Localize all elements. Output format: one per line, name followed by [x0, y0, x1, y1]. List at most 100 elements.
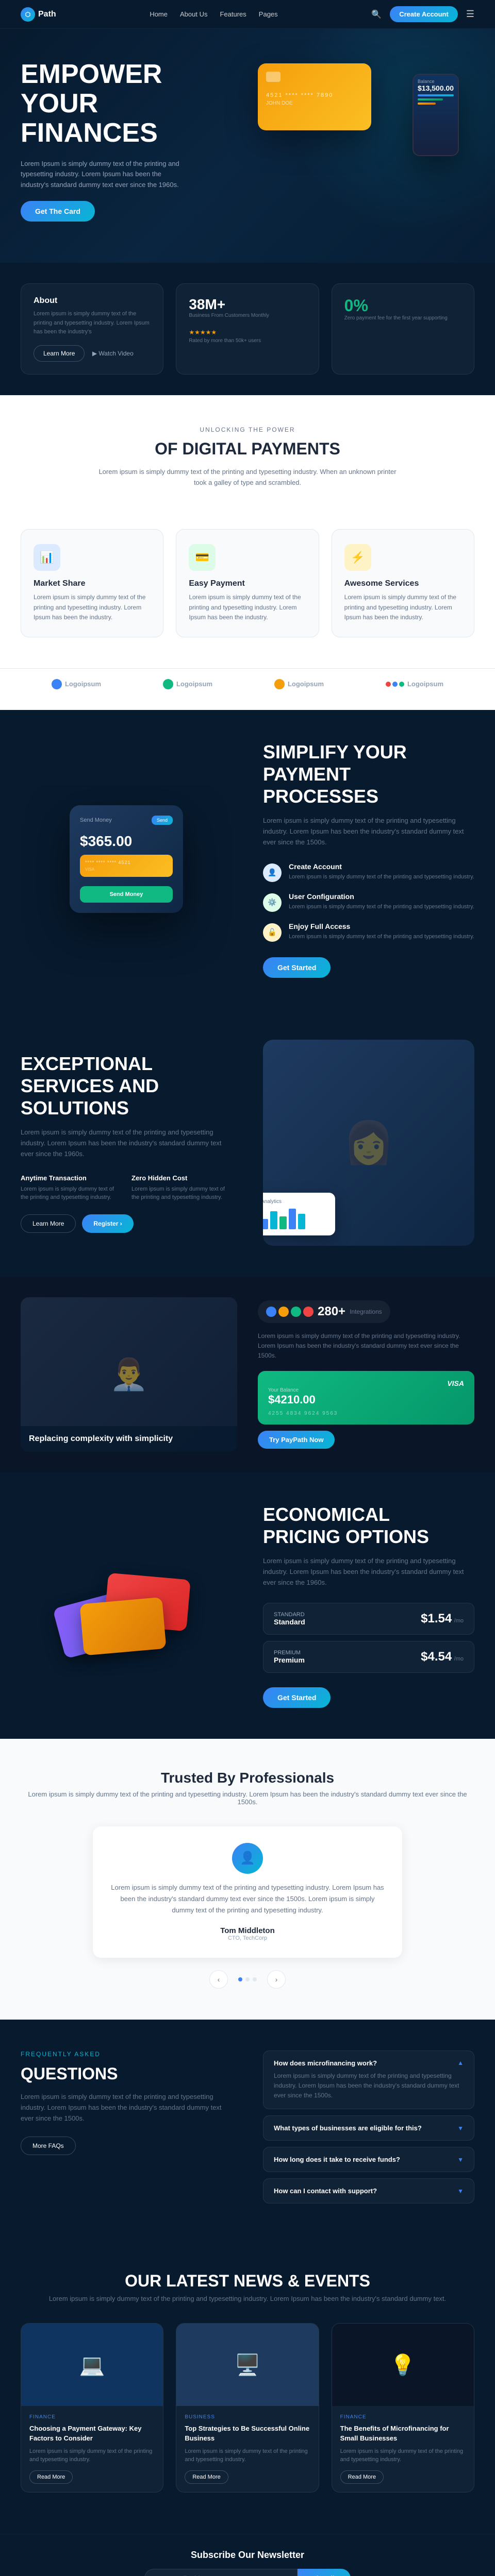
learn-more-btn[interactable]: Learn More [21, 1214, 76, 1233]
testimonial-role: CTO, TechCorp [109, 1935, 386, 1941]
dot-1[interactable] [245, 1977, 250, 1981]
phone-demo: Send Money Send $365.00 **** **** **** 4… [70, 805, 183, 913]
nav-features[interactable]: Features [220, 10, 246, 18]
logo-dot-1 [163, 679, 173, 689]
news-title: OUR LATEST NEWS & EVENTS [21, 2272, 474, 2291]
testimonial-dots [238, 1977, 257, 1981]
news-card-0: 💻 Finance Choosing a Payment Gateway: Ke… [21, 2323, 163, 2492]
plan-info-1: PREMIUM Premium [274, 1650, 305, 1664]
dot-2[interactable] [253, 1977, 257, 1981]
stat-label-1: Business From Customers Monthly [189, 313, 306, 318]
nav-pages[interactable]: Pages [259, 10, 278, 18]
testimonial-avatar: 👤 [232, 1843, 263, 1874]
card-number: 4521 **** **** 7890 [266, 92, 363, 98]
get-card-button[interactable]: Get The Card [21, 201, 95, 222]
faq-item-3[interactable]: How can I contact with support? ▼ [263, 2178, 474, 2204]
logo-dots-3 [386, 682, 404, 687]
plan-price-1: $4.54 /mo [421, 1650, 464, 1664]
woman-emoji: 👩 [343, 1118, 394, 1167]
next-testimonial-button[interactable]: › [267, 1970, 286, 1989]
price-plan-0[interactable]: STANDARD Standard $1.54 /mo [263, 1603, 474, 1635]
menu-icon[interactable]: ☰ [466, 9, 474, 20]
news-card-desc-2: Lorem ipsum is simply dummy text of the … [340, 2447, 466, 2464]
news-content-0: Finance Choosing a Payment Gateway: Key … [21, 2406, 163, 2492]
logo-0: Logoipsum [52, 679, 101, 689]
faq-question-2: How long does it take to receive funds? … [274, 2156, 464, 2163]
send-button-demo[interactable]: Send [152, 816, 173, 825]
visa-balance: $4210.00 [268, 1393, 464, 1406]
learn-more-button[interactable]: Learn More [34, 345, 85, 362]
logo-icon: ⬡ [21, 7, 35, 22]
testimonials-nav: ‹ › [21, 1970, 474, 1989]
testimonial-card: 👤 Lorem ipsum is simply dummy text of th… [93, 1826, 402, 1958]
simplify-visual: Send Money Send $365.00 **** **** **** 4… [21, 805, 232, 913]
digital-payments-title: OF DIGITAL PAYMENTS [21, 439, 474, 459]
news-desc: Lorem ipsum is simply dummy text of the … [21, 2295, 474, 2302]
nav-right: 🔍 Create Account ☰ [371, 6, 474, 22]
plan-amount-1: $4.54 [421, 1650, 452, 1664]
replacing-image: 👨‍💼 Replacing complexity with simplicity [21, 1297, 237, 1452]
pricing-content: ECONOMICAL PRICING OPTIONS Lorem ipsum i… [263, 1503, 474, 1708]
nav-about[interactable]: About Us [180, 10, 207, 18]
create-account-button[interactable]: Create Account [390, 6, 458, 22]
service-desc-2: Lorem ipsum is simply dummy text of the … [344, 592, 461, 622]
hero-description: Lorem Ipsum is simply dummy text of the … [21, 159, 186, 191]
register-btn[interactable]: Register › [82, 1214, 133, 1233]
search-icon[interactable]: 🔍 [371, 9, 382, 20]
exceptional-visual: 👩 Analytics [263, 1040, 474, 1246]
feature-desc-1: Lorem ipsum is simply dummy text of the … [289, 903, 474, 911]
service-icon-2: ⚡ [344, 544, 371, 571]
phone-bar-3 [418, 103, 436, 105]
more-faqs-button[interactable]: More FAQs [21, 2137, 76, 2155]
price-plan-1[interactable]: PREMIUM Premium $4.54 /mo [263, 1641, 474, 1673]
dot-0[interactable] [238, 1977, 242, 1981]
pricing-visual [21, 1533, 232, 1677]
about-card: About Lorem ipsum is simply dummy text o… [21, 283, 163, 375]
faq-section: FREQUENTLY ASKED QUESTIONS Lorem ipsum i… [0, 2020, 495, 2241]
send-money-button[interactable]: Send Money [80, 886, 173, 903]
pricing-get-started-button[interactable]: Get Started [263, 1687, 331, 1708]
feature-content-1: User Configuration Lorem ipsum is simply… [289, 892, 474, 911]
news-section: OUR LATEST NEWS & EVENTS Lorem ipsum is … [0, 2241, 495, 2533]
feature-content-0: Create Account Lorem ipsum is simply dum… [289, 862, 474, 882]
replacing-caption: Replacing complexity with simplicity [29, 1434, 229, 1444]
faq-item-0[interactable]: How does microfinancing work? ▲ Lorem ip… [263, 2050, 474, 2110]
news-img-1: 🖥️ [176, 2324, 318, 2406]
woman-image: 👩 Analytics [263, 1040, 474, 1246]
logo-dot-2 [274, 679, 285, 689]
try-paypath-button[interactable]: Try PayPath Now [258, 1431, 335, 1449]
visa-card-number: 4255 4834 9624 9563 [268, 1411, 464, 1416]
news-grid: 💻 Finance Choosing a Payment Gateway: Ke… [21, 2323, 474, 2492]
feature-icon-1: ⚙️ [263, 893, 282, 912]
newsletter-email-input[interactable] [144, 2569, 298, 2576]
news-card-1: 🖥️ Business Top Strategies to Be Success… [176, 2323, 319, 2492]
nav-home[interactable]: Home [150, 10, 168, 18]
pricing-card-yellow [79, 1597, 166, 1656]
faq-item-1[interactable]: What types of businesses are eligible fo… [263, 2115, 474, 2141]
logo-2: Logoipsum [274, 679, 324, 689]
digital-payments-section: UNLOCKING THE POWER OF DIGITAL PAYMENTS … [0, 395, 495, 530]
faq-item-2[interactable]: How long does it take to receive funds? … [263, 2147, 474, 2172]
watch-video-button[interactable]: ▶ Watch Video [92, 350, 134, 357]
service-icon-0: 📊 [34, 544, 60, 571]
phone-balance-amount: $13,500.00 [418, 84, 454, 92]
newsletter-subscribe-button[interactable]: Subscribe [298, 2569, 351, 2576]
exc-feature-desc-1: Lorem ipsum is simply dummy text of the … [131, 1185, 232, 1202]
faq-chevron-3: ▼ [457, 2188, 464, 2195]
integration-icons [266, 1307, 314, 1317]
navigation: ⬡ Path Home About Us Features Pages 🔍 Cr… [0, 0, 495, 29]
prev-testimonial-button[interactable]: ‹ [209, 1970, 228, 1989]
get-started-button[interactable]: Get Started [263, 957, 331, 978]
news-content-2: Finance The Benefits of Microfinancing f… [332, 2406, 474, 2492]
replacing-desc: Lorem ipsum is simply dummy text of the … [258, 1331, 474, 1361]
testimonials-section: Trusted By Professionals Lorem ipsum is … [0, 1739, 495, 2020]
plan-label-1: PREMIUM [274, 1650, 305, 1656]
read-more-btn-2[interactable]: Read More [340, 2470, 384, 2484]
logo[interactable]: ⬡ Path [21, 7, 56, 22]
feature-desc-0: Lorem ipsum is simply dummy text of the … [289, 873, 474, 882]
pricing-desc: Lorem ipsum is simply dummy text of the … [263, 1556, 474, 1588]
read-more-btn-1[interactable]: Read More [185, 2470, 228, 2484]
read-more-btn-0[interactable]: Read More [29, 2470, 73, 2484]
feature-desc-2: Lorem ipsum is simply dummy text of the … [289, 933, 474, 941]
simplify-title: SIMPLIFY YOUR PAYMENT PROCESSES [263, 741, 474, 808]
